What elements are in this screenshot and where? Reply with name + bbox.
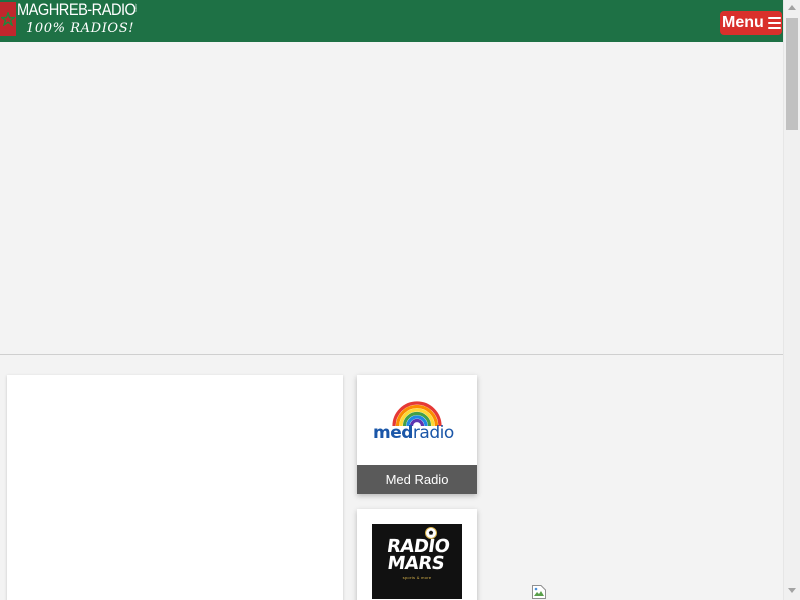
morocco-flag-icon bbox=[0, 2, 16, 36]
radio-mars-logo: RADIO MARS sports & more bbox=[372, 524, 462, 599]
flag-star-icon bbox=[1, 12, 15, 26]
page: MAGHREB-RADIO .com 100% RADIOS! Menu med… bbox=[0, 0, 783, 600]
med-radio-logo: medradio bbox=[357, 375, 477, 465]
ad-banner-area bbox=[0, 42, 783, 354]
radio-mars-wordmark: RADIO MARS bbox=[385, 536, 451, 574]
station-card-radio-mars[interactable]: RADIO MARS sports & more bbox=[357, 509, 477, 600]
section-divider bbox=[0, 354, 783, 355]
menu-button[interactable]: Menu bbox=[720, 11, 782, 35]
site-header: MAGHREB-RADIO .com 100% RADIOS! Menu bbox=[0, 0, 783, 42]
logo-tagline: 100% RADIOS! bbox=[26, 21, 135, 36]
med-radio-wordmark: medradio bbox=[373, 423, 454, 443]
scroll-down-arrow-icon[interactable] bbox=[788, 588, 796, 593]
broken-image-icon bbox=[531, 584, 547, 600]
scrollbar-thumb[interactable] bbox=[786, 18, 798, 130]
station-name: Med Radio bbox=[357, 465, 477, 494]
menu-label: Menu bbox=[722, 14, 764, 31]
radio-mars-tagline: sports & more bbox=[402, 575, 432, 580]
hamburger-icon bbox=[767, 14, 781, 32]
player-panel bbox=[7, 375, 343, 600]
site-logo[interactable]: MAGHREB-RADIO .com 100% RADIOS! bbox=[0, 0, 145, 42]
station-card-med-radio[interactable]: medradio Med Radio bbox=[357, 375, 477, 494]
scroll-up-arrow-icon[interactable] bbox=[788, 5, 796, 10]
logo-name: MAGHREB-RADIO bbox=[17, 0, 136, 19]
vertical-scrollbar[interactable] bbox=[783, 0, 800, 600]
browser-viewport: MAGHREB-RADIO .com 100% RADIOS! Menu med… bbox=[0, 0, 800, 600]
logo-tld: .com bbox=[134, 3, 139, 12]
